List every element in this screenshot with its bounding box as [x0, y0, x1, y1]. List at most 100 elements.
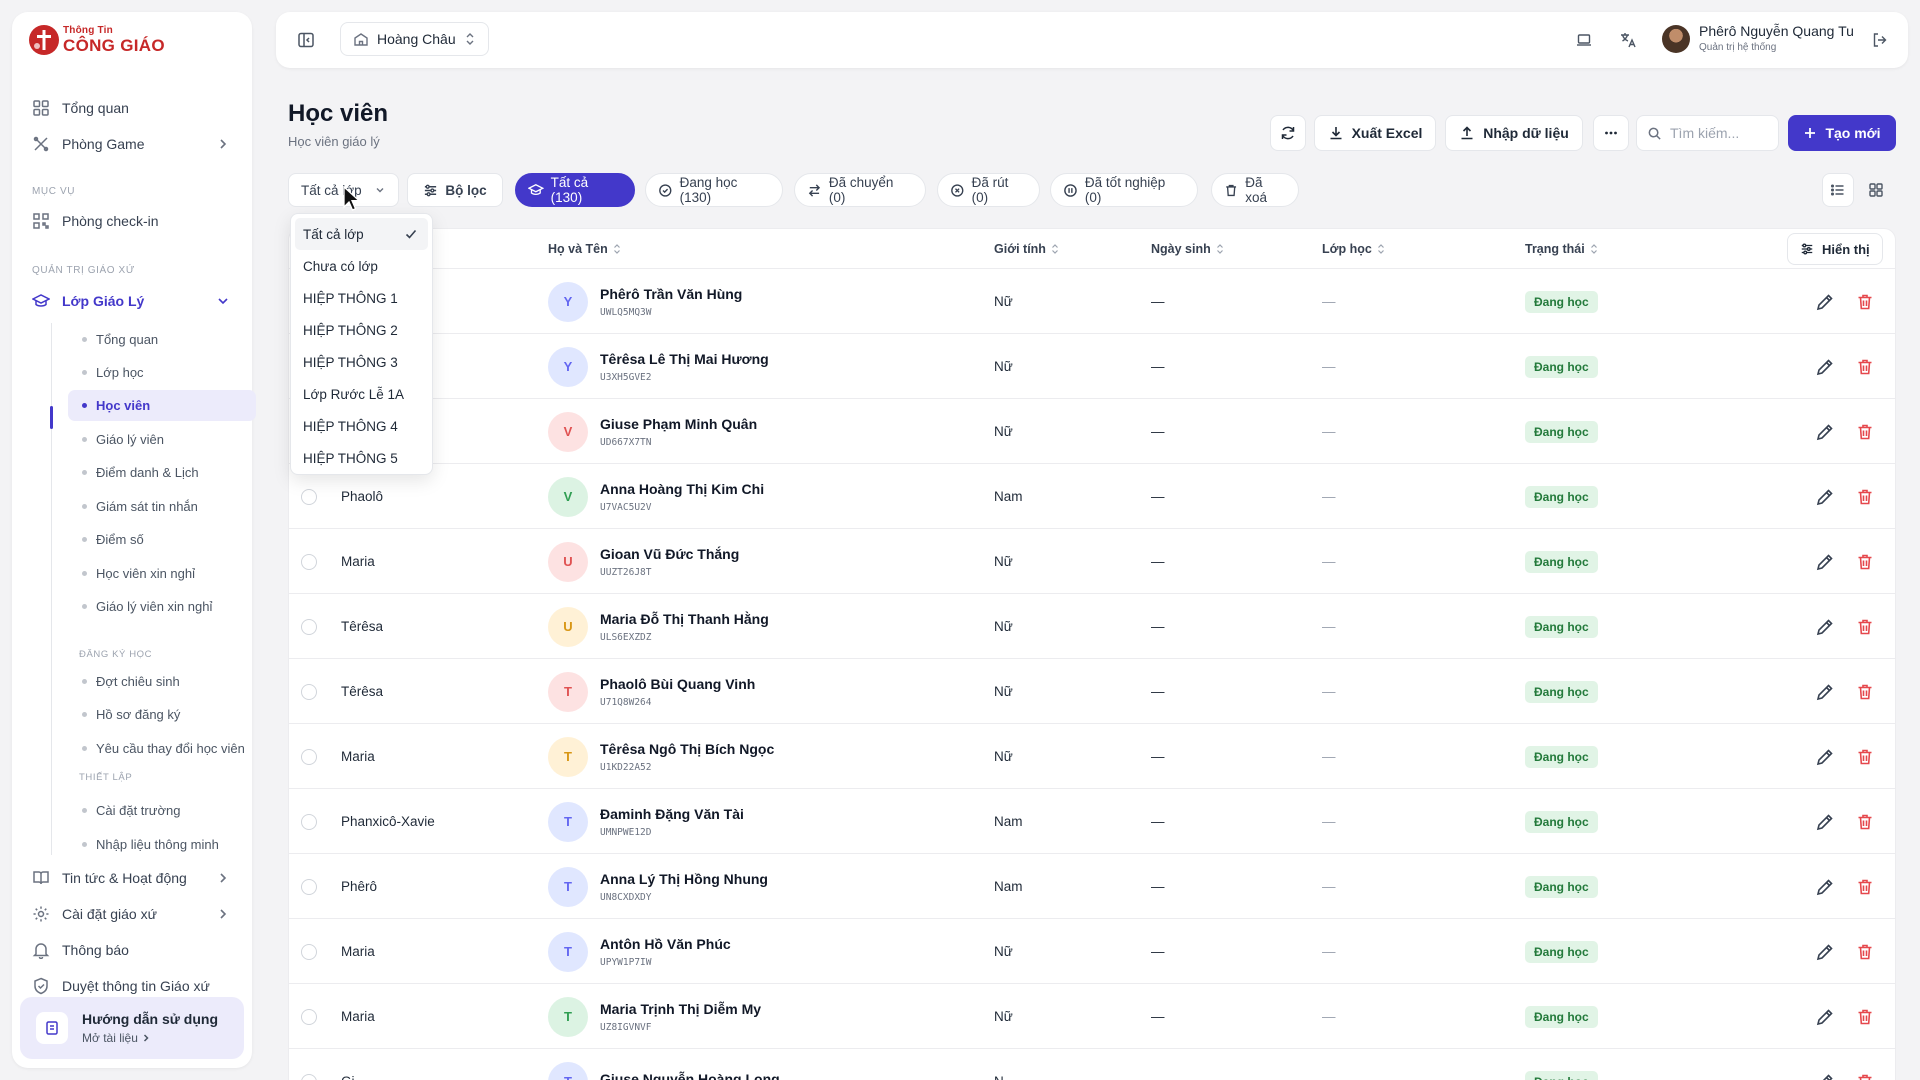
dropdown-option-class[interactable]: HIỆP THÔNG 1: [295, 282, 428, 314]
tab-studying[interactable]: Đang học (130): [645, 173, 783, 207]
toggle-sidebar-button[interactable]: [294, 28, 318, 52]
student-name[interactable]: Maria Trịnh Thị Diễm My: [600, 1001, 761, 1017]
delete-icon[interactable]: [1855, 1072, 1875, 1080]
column-header-status[interactable]: Trạng thái: [1525, 229, 1598, 269]
student-name[interactable]: Giuse Nguyễn Hoàng Long: [600, 1071, 780, 1080]
sidebar-item-game-room[interactable]: Phòng Game: [22, 127, 242, 161]
table-row[interactable]: Maria T Têrêsa Ngô Thị Bích Ngọc U1KD22A52 N…: [289, 724, 1895, 789]
delete-icon[interactable]: [1855, 552, 1875, 572]
student-name[interactable]: Anna Hoàng Thị Kim Chi: [600, 481, 764, 497]
sidebar-item-news[interactable]: Tin tức & Hoạt động: [22, 861, 242, 895]
row-select-checkbox[interactable]: [301, 683, 317, 700]
sub-item-smart-import[interactable]: Nhập liệu thông minh: [68, 829, 256, 860]
tab-transferred[interactable]: Đã chuyển (0): [794, 173, 926, 207]
delete-icon[interactable]: [1855, 942, 1875, 962]
delete-icon[interactable]: [1855, 422, 1875, 442]
row-select-checkbox[interactable]: [301, 748, 317, 765]
sidebar-item-overview[interactable]: Tổng quan: [22, 91, 242, 125]
row-select-checkbox[interactable]: [301, 488, 317, 505]
student-name[interactable]: Phêrô Trần Văn Hùng: [600, 286, 742, 302]
sub-item-catechists[interactable]: Giáo lý viên: [68, 424, 256, 455]
filter-button[interactable]: Bộ lọc: [407, 173, 503, 207]
edit-icon[interactable]: [1815, 552, 1835, 572]
column-header-name[interactable]: Họ và Tên: [548, 229, 621, 269]
grid-view-button[interactable]: [1860, 173, 1892, 207]
table-row[interactable]: Têrêsa T Phaolô Bùi Quang Vinh U71Q8W264 Nữ —…: [289, 659, 1895, 724]
logout-button[interactable]: [1868, 28, 1892, 52]
sub-item-catechist-leave[interactable]: Giáo lý viên xin nghỉ: [68, 591, 256, 622]
tab-all[interactable]: Tất cả (130): [515, 173, 635, 207]
row-select-checkbox[interactable]: [301, 943, 317, 960]
guide-open-docs-link[interactable]: Mở tài liệu: [82, 1031, 218, 1045]
column-header-dob[interactable]: Ngày sinh: [1151, 229, 1224, 269]
dropdown-option-class[interactable]: Lớp Rước Lễ 1A: [295, 378, 428, 410]
delete-icon[interactable]: [1855, 682, 1875, 702]
edit-icon[interactable]: [1815, 357, 1835, 377]
dropdown-option-class[interactable]: HIỆP THÔNG 2: [295, 314, 428, 346]
sub-item-message-monitor[interactable]: Giám sát tin nhắn: [68, 491, 256, 522]
brand-logo[interactable]: Thông Tin CÔNG GIÁO: [28, 24, 165, 56]
edit-icon[interactable]: [1815, 1007, 1835, 1027]
student-name[interactable]: Anna Lý Thị Hồng Nhung: [600, 871, 768, 887]
sub-item-overview[interactable]: Tổng quan: [68, 324, 256, 355]
column-header-gender[interactable]: Giới tính: [994, 229, 1059, 269]
dropdown-option-class[interactable]: HIỆP THÔNG 4: [295, 410, 428, 442]
sub-item-scores[interactable]: Điểm số: [68, 524, 256, 555]
dropdown-option-class[interactable]: HIỆP THÔNG 3: [295, 346, 428, 378]
edit-icon[interactable]: [1815, 422, 1835, 442]
more-actions-button[interactable]: [1593, 115, 1629, 151]
sidebar-item-parish-settings[interactable]: Cài đặt giáo xứ: [22, 897, 242, 931]
delete-icon[interactable]: [1855, 617, 1875, 637]
sub-item-school-settings[interactable]: Cài đặt trường: [68, 795, 256, 826]
dropdown-option-no-class[interactable]: Chưa có lớp: [295, 250, 428, 282]
search-input[interactable]: [1670, 125, 1770, 141]
sub-item-students[interactable]: Học viên: [68, 390, 256, 421]
table-row[interactable]: Phaolô V Anna Hoàng Thị Kim Chi U7VAC5U2V Na…: [289, 464, 1895, 529]
edit-icon[interactable]: [1815, 617, 1835, 637]
row-select-checkbox[interactable]: [301, 553, 317, 570]
table-row[interactable]: Têrêsa U Maria Đỗ Thị Thanh Hằng ULS6EXZDZ N…: [289, 594, 1895, 659]
row-select-checkbox[interactable]: [301, 1073, 317, 1080]
device-button[interactable]: [1572, 28, 1596, 52]
column-header-class[interactable]: Lớp học: [1322, 229, 1385, 269]
list-view-button[interactable]: [1822, 173, 1854, 207]
tab-deleted[interactable]: Đã xoá: [1211, 173, 1299, 207]
student-name[interactable]: Têrêsa Ngô Thị Bích Ngọc: [600, 741, 774, 757]
edit-icon[interactable]: [1815, 1072, 1835, 1080]
parish-switcher[interactable]: Hoàng Châu: [340, 22, 489, 56]
delete-icon[interactable]: [1855, 357, 1875, 377]
sub-item-classes[interactable]: Lớp học: [68, 357, 256, 388]
tab-withdrawn[interactable]: Đã rút (0): [937, 173, 1040, 207]
language-button[interactable]: [1616, 28, 1640, 52]
sub-item-registrations[interactable]: Hồ sơ đăng ký: [68, 699, 256, 730]
refresh-button[interactable]: [1270, 115, 1306, 151]
table-row[interactable]: Y Têrêsa Lê Thị Mai Hương U3XH5GVE2 Nữ — — Đan…: [289, 334, 1895, 399]
edit-icon[interactable]: [1815, 747, 1835, 767]
table-row[interactable]: V Giuse Phạm Minh Quân UD667X7TN Nữ — — Đang h…: [289, 399, 1895, 464]
delete-icon[interactable]: [1855, 747, 1875, 767]
student-name[interactable]: Giuse Phạm Minh Quân: [600, 416, 757, 432]
user-guide-card[interactable]: Hướng dẫn sử dụng Mở tài liệu: [20, 997, 244, 1059]
student-name[interactable]: Têrêsa Lê Thị Mai Hương: [600, 351, 769, 367]
dropdown-option-class[interactable]: HIỆP THÔNG 5: [295, 442, 428, 474]
student-name[interactable]: Maria Đỗ Thị Thanh Hằng: [600, 611, 769, 627]
row-select-checkbox[interactable]: [301, 618, 317, 635]
create-new-button[interactable]: Tạo mới: [1788, 115, 1896, 151]
delete-icon[interactable]: [1855, 487, 1875, 507]
user-menu[interactable]: Phêrô Nguyễn Quang Tu Quản trị hệ thống: [1662, 23, 1854, 53]
table-row[interactable]: Maria T Maria Trịnh Thị Diễm My UZ8IGVNVF Nữ…: [289, 984, 1895, 1049]
edit-icon[interactable]: [1815, 942, 1835, 962]
import-data-button[interactable]: Nhập dữ liệu: [1445, 115, 1583, 151]
sidebar-item-notifications[interactable]: Thông báo: [22, 933, 242, 967]
table-row[interactable]: Maria T Antôn Hồ Văn Phúc UPYW1P7IW Nữ — — Đang…: [289, 919, 1895, 984]
delete-icon[interactable]: [1855, 292, 1875, 312]
sub-item-change-requests[interactable]: Yêu cầu thay đổi học viên: [68, 733, 256, 764]
delete-icon[interactable]: [1855, 1007, 1875, 1027]
edit-icon[interactable]: [1815, 812, 1835, 832]
row-select-checkbox[interactable]: [301, 813, 317, 830]
table-row[interactable]: Phanxicô-Xavie T Đaminh Đặng Văn Tài UMNPWE…: [289, 789, 1895, 854]
student-name[interactable]: Đaminh Đặng Văn Tài: [600, 806, 744, 822]
sub-item-enrollment-round[interactable]: Đợt chiêu sinh: [68, 666, 256, 697]
edit-icon[interactable]: [1815, 292, 1835, 312]
edit-icon[interactable]: [1815, 487, 1835, 507]
